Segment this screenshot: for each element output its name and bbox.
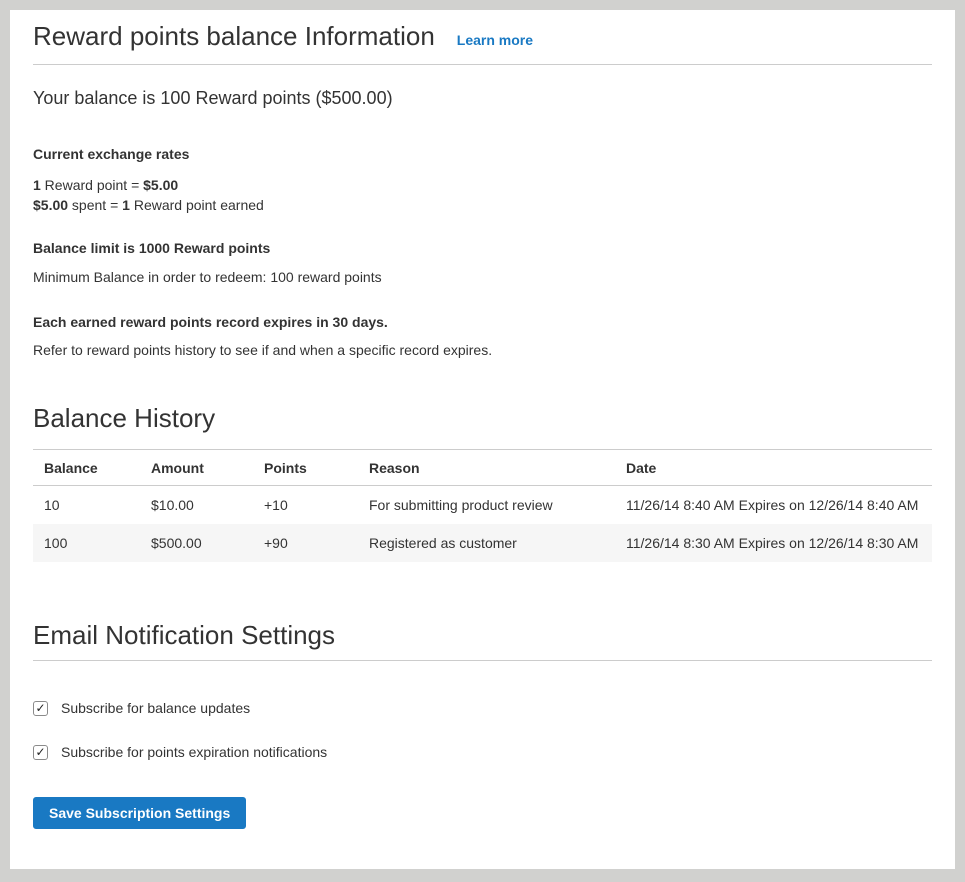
balance-updates-checkbox[interactable]: ✓ <box>33 701 48 716</box>
exchange-rates-heading: Current exchange rates <box>33 145 932 164</box>
cell-date: 11/26/14 8:40 AM Expires on 12/26/14 8:4… <box>615 485 932 524</box>
page-title: Reward points balance Information <box>33 22 435 51</box>
balance-history-header: Balance History <box>33 404 932 433</box>
table-header-row: Balance Amount Points Reason Date <box>33 449 932 485</box>
rate2-tail: Reward point earned <box>130 197 264 213</box>
column-header-reason: Reason <box>358 449 615 485</box>
balance-history-table: Balance Amount Points Reason Date 10 $10… <box>33 449 932 562</box>
checkbox-label: Subscribe for points expiration notifica… <box>61 743 327 762</box>
rate1-points: 1 <box>33 177 41 193</box>
subscribe-balance-updates-option[interactable]: ✓ Subscribe for balance updates <box>33 699 250 718</box>
page-title-row: Reward points balance Information Learn … <box>33 22 932 65</box>
column-header-balance: Balance <box>33 449 140 485</box>
expiration-note: Refer to reward points history to see if… <box>33 341 932 360</box>
cell-amount: $500.00 <box>140 524 253 562</box>
email-notification-header: Email Notification Settings <box>33 621 932 662</box>
rate1-text: Reward point = <box>41 177 143 193</box>
exchange-rate-line-2: $5.00 spent = 1 Reward point earned <box>33 197 264 213</box>
cell-points: +10 <box>253 485 358 524</box>
rate1-amount: $5.00 <box>143 177 178 193</box>
rate2-amount: $5.00 <box>33 197 68 213</box>
rate2-text: spent = <box>68 197 122 213</box>
cell-balance: 10 <box>33 485 140 524</box>
expiration-heading: Each earned reward points record expires… <box>33 313 932 332</box>
points-expiration-checkbox[interactable]: ✓ <box>33 745 48 760</box>
save-subscription-settings-button[interactable]: Save Subscription Settings <box>33 797 246 829</box>
exchange-rates: 1 Reward point = $5.00 $5.00 spent = 1 R… <box>33 175 932 215</box>
checkbox-label: Subscribe for balance updates <box>61 699 250 718</box>
balance-limit-text: Balance limit is 1000 Reward points <box>33 239 932 258</box>
reward-points-card: Reward points balance Information Learn … <box>10 10 955 869</box>
exchange-rate-line-1: 1 Reward point = $5.00 <box>33 177 178 193</box>
cell-points: +90 <box>253 524 358 562</box>
column-header-date: Date <box>615 449 932 485</box>
table-row: 10 $10.00 +10 For submitting product rev… <box>33 485 932 524</box>
checkmark-icon: ✓ <box>35 746 45 758</box>
cell-date: 11/26/14 8:30 AM Expires on 12/26/14 8:3… <box>615 524 932 562</box>
balance-summary: Your balance is 100 Reward points ($500.… <box>33 87 932 110</box>
cell-reason: Registered as customer <box>358 524 615 562</box>
column-header-points: Points <box>253 449 358 485</box>
learn-more-link[interactable]: Learn more <box>457 32 533 48</box>
cell-reason: For submitting product review <box>358 485 615 524</box>
table-row: 100 $500.00 +90 Registered as customer 1… <box>33 524 932 562</box>
cell-amount: $10.00 <box>140 485 253 524</box>
rate2-points: 1 <box>122 197 130 213</box>
subscribe-points-expiration-option[interactable]: ✓ Subscribe for points expiration notifi… <box>33 743 327 762</box>
column-header-amount: Amount <box>140 449 253 485</box>
cell-balance: 100 <box>33 524 140 562</box>
email-notification-title: Email Notification Settings <box>33 621 932 650</box>
minimum-redeem-text: Minimum Balance in order to redeem: 100 … <box>33 268 932 287</box>
balance-history-title: Balance History <box>33 404 932 433</box>
page-background: { "page": { "title": "Reward points bala… <box>0 0 965 882</box>
checkmark-icon: ✓ <box>35 702 45 714</box>
